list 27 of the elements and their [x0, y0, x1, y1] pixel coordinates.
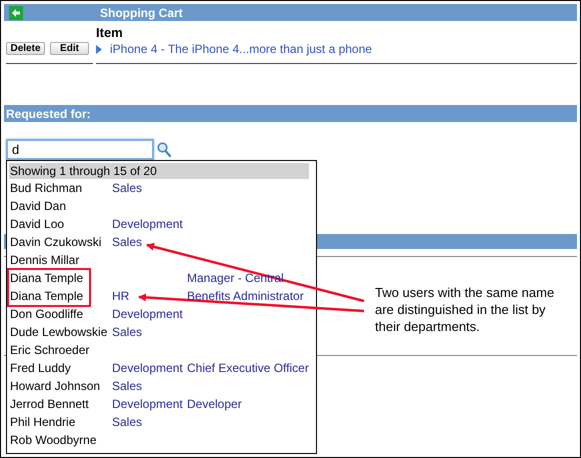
- user-option[interactable]: Don Goodliffe Development: [9, 305, 309, 323]
- triangle-icon: [96, 44, 102, 54]
- search-field[interactable]: d: [6, 139, 154, 160]
- user-option[interactable]: Rob Woodbyrne: [9, 431, 309, 449]
- user-option[interactable]: David Dan: [9, 197, 309, 215]
- annotation-text: Two users with the same name are distinguished in the list by their departments.: [375, 284, 556, 335]
- back-button[interactable]: [9, 6, 23, 20]
- user-option[interactable]: Diana Temple HR Benefits Administrator: [9, 287, 309, 305]
- user-option[interactable]: Jerrod Bennett Development Developer: [9, 395, 309, 413]
- user-option[interactable]: Phil Hendrie Sales: [9, 413, 309, 431]
- item-link[interactable]: iPhone 4 - The iPhone 4...more than just a phone: [96, 42, 577, 56]
- delete-button[interactable]: Delete: [6, 42, 45, 55]
- user-option[interactable]: Davin Czukowski Sales: [9, 233, 309, 251]
- user-option[interactable]: Dennis Millar: [9, 251, 309, 269]
- edit-button[interactable]: Edit: [50, 42, 89, 55]
- search-icon[interactable]: [157, 142, 171, 157]
- left-arrow-icon: [11, 8, 21, 18]
- column-header: Item: [96, 25, 124, 40]
- user-option[interactable]: Howard Johnson Sales: [9, 377, 309, 395]
- user-option[interactable]: Dude Lewbowskie Sales: [9, 323, 309, 341]
- user-option[interactable]: Bud Richman Sales: [9, 179, 309, 197]
- user-option[interactable]: Fred Luddy Development Chief Executive Officer: [9, 359, 309, 377]
- window-title: Shopping Cart: [100, 6, 183, 20]
- user-option[interactable]: David Loo Development: [9, 215, 309, 233]
- section-header: Requested for:: [4, 105, 577, 122]
- result-count: Showing 1 through 15 of 20: [9, 163, 309, 179]
- user-option[interactable]: Eric Schroeder: [9, 341, 309, 359]
